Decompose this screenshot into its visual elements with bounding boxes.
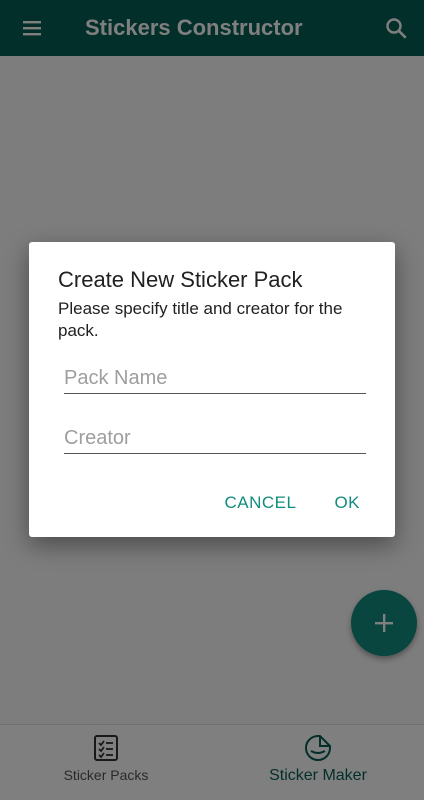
creator-field-container: [64, 424, 366, 454]
dialog-actions: CANCEL OK: [219, 489, 365, 517]
pack-name-input[interactable]: [64, 364, 366, 392]
pack-name-field-container: [64, 364, 366, 394]
cancel-button[interactable]: CANCEL: [219, 489, 301, 517]
creator-input[interactable]: [64, 424, 366, 452]
dialog-message: Please specify title and creator for the…: [58, 299, 343, 340]
create-pack-dialog: Create New Sticker Pack Please specify t…: [29, 242, 395, 537]
dialog-title: Create New Sticker Pack: [58, 267, 303, 292]
ok-button[interactable]: OK: [329, 489, 365, 517]
